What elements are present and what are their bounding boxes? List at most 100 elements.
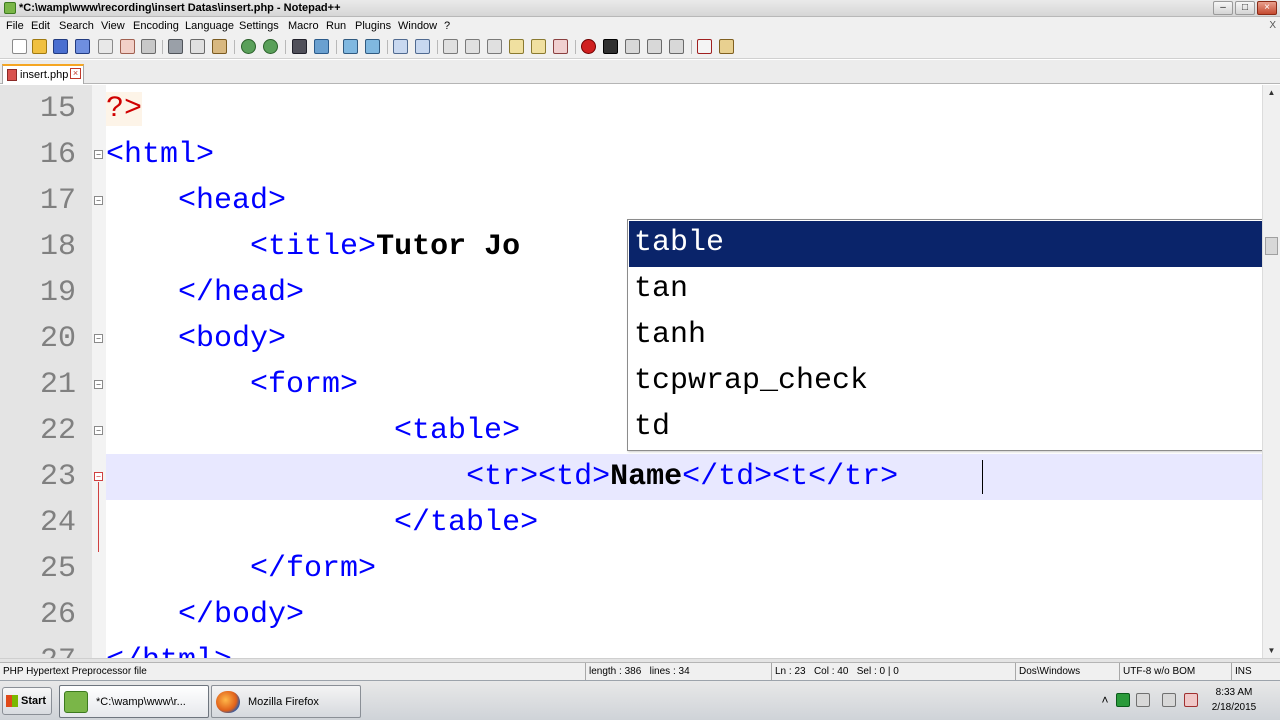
status-eol: Dos\Windows (1016, 663, 1120, 680)
menu-plugins[interactable]: Plugins (355, 20, 391, 32)
indent-guide-icon[interactable] (487, 39, 502, 54)
document-map-icon[interactable] (531, 39, 546, 54)
volume-icon[interactable] (1162, 693, 1176, 707)
menu-encoding[interactable]: Encoding (133, 20, 179, 32)
network-icon[interactable] (1136, 693, 1150, 707)
line-number: 18 (39, 230, 76, 264)
open-folder-icon[interactable] (32, 39, 47, 54)
save-macro-icon[interactable] (669, 39, 684, 54)
autocomplete-item[interactable]: td (629, 405, 1262, 451)
show-all-characters-icon[interactable] (465, 39, 480, 54)
autocomplete-list[interactable]: table tan tanh tcpwrap_check td ▲ ▼ (627, 219, 1278, 451)
code-line: </table> (394, 506, 539, 540)
autocomplete-item[interactable]: table (629, 221, 1262, 267)
tab-close-icon[interactable]: × (70, 68, 81, 79)
sync-horizontal-icon[interactable] (415, 39, 430, 54)
taskbar-item-firefox[interactable]: Mozilla Firefox (211, 685, 361, 718)
user-defined-language-icon[interactable] (509, 39, 524, 54)
new-file-icon[interactable] (12, 39, 27, 54)
code-line: </form> (250, 552, 377, 586)
minimize-button[interactable]: ‒ (1213, 1, 1233, 15)
plugin-tool-icon[interactable] (719, 39, 734, 54)
firefox-icon (216, 691, 240, 713)
line-number: 21 (39, 368, 76, 402)
wamp-server-icon[interactable] (1116, 693, 1130, 707)
menu-help[interactable]: ? (444, 20, 450, 32)
find-icon[interactable] (292, 39, 307, 54)
fold-toggle-icon[interactable]: − (94, 472, 103, 481)
fold-toggle-icon[interactable]: − (94, 196, 103, 205)
line-number: 26 (39, 598, 76, 632)
menu-bar: File Edit Search View Encoding Language … (0, 17, 1280, 35)
function-list-icon[interactable] (553, 39, 568, 54)
code-line: <head> (178, 184, 287, 218)
line-number: 19 (39, 276, 76, 310)
menu-window[interactable]: Window (398, 20, 437, 32)
zoom-in-icon[interactable] (343, 39, 358, 54)
fold-margin (92, 85, 106, 659)
status-line: Ln : 23 (775, 666, 806, 677)
start-label: Start (21, 695, 47, 707)
maximize-button[interactable]: □ (1235, 1, 1255, 15)
menu-view[interactable]: View (101, 20, 125, 32)
autocomplete-item[interactable]: tanh (629, 313, 1262, 359)
close-file-icon[interactable] (98, 39, 113, 54)
action-center-icon[interactable] (1184, 693, 1198, 707)
code-line: <tr><td>Name</td><t</tr> (466, 460, 899, 494)
menu-macro[interactable]: Macro (288, 20, 319, 32)
line-number: 15 (39, 92, 76, 126)
status-insert-mode: INS (1235, 666, 1252, 677)
menu-run[interactable]: Run (326, 20, 346, 32)
save-all-icon[interactable] (75, 39, 90, 54)
stop-recording-icon[interactable] (603, 39, 618, 54)
playback-macro-icon[interactable] (625, 39, 640, 54)
editor-vertical-scrollbar[interactable]: ▲ ▼ (1262, 85, 1280, 659)
menu-language[interactable]: Language (185, 20, 234, 32)
document-close-icon[interactable]: X (1269, 20, 1276, 31)
menu-edit[interactable]: Edit (31, 20, 50, 32)
line-number: 16 (39, 138, 76, 172)
title-bar: *C:\wamp\www\recording\insert Datas\inse… (0, 0, 1280, 17)
replace-icon[interactable] (314, 39, 329, 54)
print-icon[interactable] (141, 39, 156, 54)
scrollbar-thumb[interactable] (1265, 237, 1278, 255)
fold-toggle-icon[interactable]: − (94, 426, 103, 435)
scroll-up-arrow-icon[interactable]: ▲ (1263, 85, 1280, 100)
copy-icon[interactable] (190, 39, 205, 54)
tab-insert-php[interactable]: insert.php × (2, 64, 84, 84)
save-icon[interactable] (53, 39, 68, 54)
paste-icon[interactable] (212, 39, 227, 54)
code-line: </body> (178, 598, 305, 632)
status-length: length : 386 (589, 666, 642, 677)
menu-settings[interactable]: Settings (239, 20, 279, 32)
undo-icon[interactable] (241, 39, 256, 54)
redo-icon[interactable] (263, 39, 278, 54)
sync-vertical-icon[interactable] (393, 39, 408, 54)
close-all-icon[interactable] (120, 39, 135, 54)
clock-date[interactable]: 2/18/2015 (1207, 702, 1261, 713)
fold-toggle-icon[interactable]: − (94, 334, 103, 343)
start-button[interactable]: Start (2, 687, 52, 715)
fold-toggle-icon[interactable]: − (94, 380, 103, 389)
autocomplete-item[interactable]: tan (629, 267, 1262, 313)
fold-toggle-icon[interactable]: − (94, 150, 103, 159)
menu-file[interactable]: File (6, 20, 24, 32)
spell-check-icon[interactable] (697, 39, 712, 54)
scroll-down-arrow-icon[interactable]: ▼ (1263, 643, 1280, 658)
taskbar-item-notepad[interactable]: *C:\wamp\www\r... (59, 685, 209, 718)
show-hidden-icons-icon[interactable]: ˄ (1098, 693, 1112, 707)
cut-icon[interactable] (168, 39, 183, 54)
clock-time[interactable]: 8:33 AM (1209, 687, 1259, 698)
zoom-out-icon[interactable] (365, 39, 380, 54)
run-macro-multiple-icon[interactable] (647, 39, 662, 54)
status-encoding: UTF-8 w/o BOM (1120, 663, 1232, 680)
autocomplete-item[interactable]: tcpwrap_check (629, 359, 1262, 405)
code-line: <form> (250, 368, 359, 402)
word-wrap-icon[interactable] (443, 39, 458, 54)
record-macro-icon[interactable] (581, 39, 596, 54)
close-button[interactable]: × (1257, 1, 1277, 15)
code-line: ?> (106, 92, 143, 126)
window-title: *C:\wamp\www\recording\insert Datas\inse… (19, 2, 341, 14)
line-number: 24 (39, 506, 76, 540)
menu-search[interactable]: Search (59, 20, 94, 32)
